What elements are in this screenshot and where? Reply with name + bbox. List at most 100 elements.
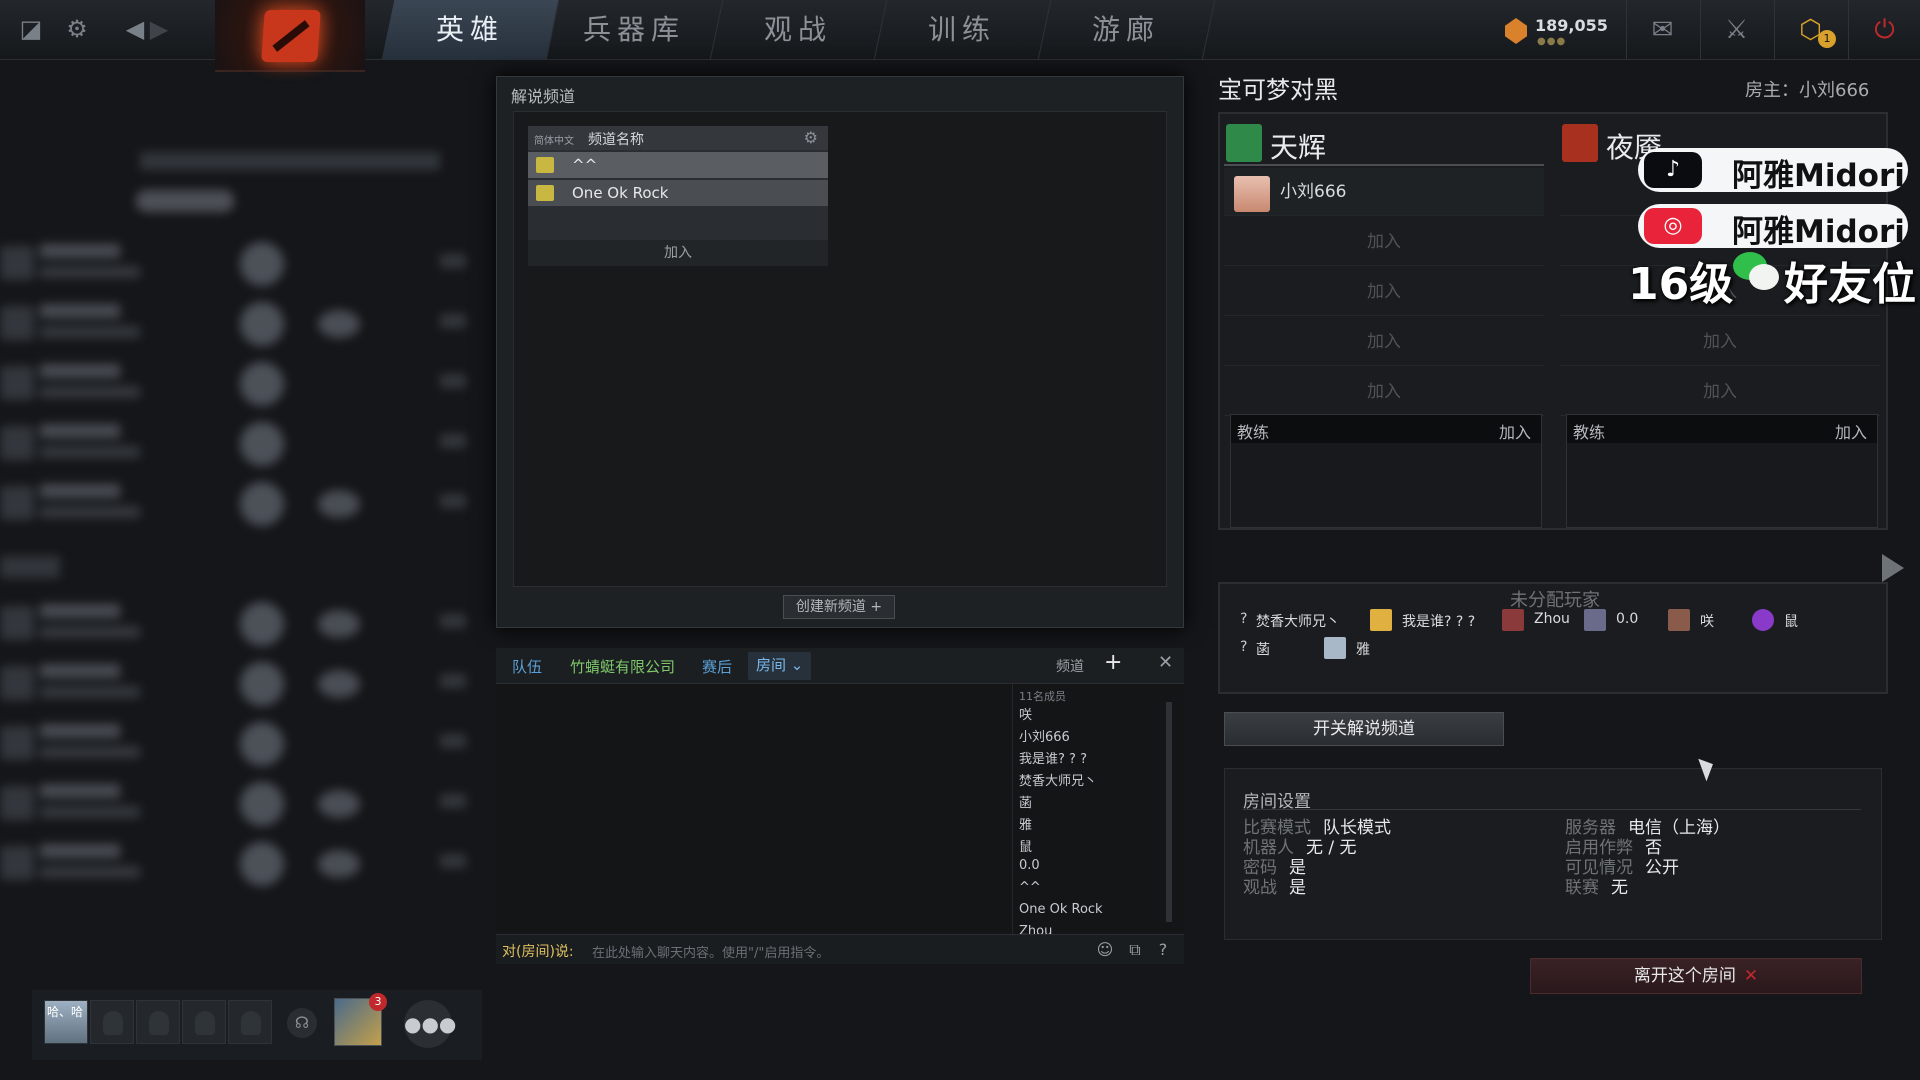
party-slot[interactable] bbox=[228, 1000, 272, 1044]
power-icon[interactable]: ⏻ bbox=[1848, 0, 1920, 60]
divider bbox=[1243, 809, 1861, 810]
chat-tab-lobby[interactable]: 房间 ⌄ bbox=[748, 652, 812, 680]
dire-emblem-icon bbox=[1562, 124, 1598, 162]
coach-join-button[interactable]: 加入 bbox=[1499, 419, 1531, 443]
emoji-icon[interactable]: ☺ bbox=[1094, 939, 1116, 961]
radiant-team: 天辉 小刘666 加入 加入 加入 加入 教练 加入 bbox=[1224, 120, 1544, 528]
language-label[interactable]: 简体中文 bbox=[534, 132, 574, 147]
chat-tabs: 队伍 竹蜻蜓有限公司 赛后 房间 ⌄ 频道 + ✕ bbox=[496, 648, 1184, 684]
join-slot-button[interactable]: 加入 bbox=[1224, 318, 1544, 366]
member-item[interactable]: One Ok Rock bbox=[1019, 902, 1103, 917]
avatar bbox=[1502, 609, 1524, 631]
join-slot-button[interactable]: 加入 bbox=[1224, 268, 1544, 316]
avatar bbox=[1668, 609, 1690, 631]
party-slot[interactable] bbox=[182, 1000, 226, 1044]
shards-balance[interactable]: 189,055 ●●● bbox=[1505, 14, 1625, 50]
member-item[interactable]: 鼠 bbox=[1019, 836, 1032, 855]
player-slot[interactable]: 小刘666 bbox=[1224, 168, 1544, 216]
blurred-pill bbox=[136, 190, 234, 212]
groups-icon[interactable]: ●●● bbox=[404, 1000, 456, 1048]
member-item[interactable]: 小刘666 bbox=[1019, 726, 1070, 745]
member-item[interactable]: Zhou bbox=[1019, 924, 1052, 934]
create-channel-button[interactable]: 创建新频道 + bbox=[783, 595, 895, 619]
tab-arcade[interactable]: 游廊 bbox=[1037, 0, 1216, 60]
setting-value: 无 bbox=[1611, 878, 1628, 898]
tab-armory[interactable]: 兵器库 bbox=[545, 0, 724, 60]
notification-badge: 1 bbox=[1818, 30, 1836, 48]
member-item[interactable]: 0.0 bbox=[1019, 858, 1040, 873]
setting-value: 无 / 无 bbox=[1306, 838, 1357, 858]
coach-join-button[interactable]: 加入 bbox=[1835, 419, 1867, 443]
party-slot[interactable] bbox=[136, 1000, 180, 1044]
toggle-broadcast-button[interactable]: 开关解说频道 bbox=[1224, 712, 1504, 746]
channels-button[interactable]: 频道 bbox=[1056, 656, 1084, 676]
player-name: Zhou bbox=[1534, 611, 1570, 627]
join-slot-button[interactable]: 加入 bbox=[1560, 318, 1880, 366]
member-item[interactable]: 菡 bbox=[1019, 792, 1032, 811]
divider bbox=[1224, 164, 1544, 166]
member-item[interactable]: 咲 bbox=[1019, 704, 1032, 723]
tab-heroes[interactable]: 英雄 bbox=[381, 0, 560, 60]
tab-label: 游廊 bbox=[1091, 13, 1160, 46]
image-icon[interactable]: ⧉ bbox=[1124, 939, 1146, 961]
leave-lobby-button[interactable]: 离开这个房间 ✕ bbox=[1530, 958, 1862, 994]
gear-icon[interactable]: ⚙ bbox=[804, 128, 818, 147]
my-avatar[interactable]: 哈、哈 bbox=[44, 1000, 88, 1044]
expand-arrow-icon[interactable] bbox=[1882, 554, 1904, 582]
avatar bbox=[1752, 609, 1774, 631]
chat-input-bar[interactable]: 对(房间)说: 在此处输入聊天内容。使用"/"启用指令。 ☺ ⧉ ? bbox=[496, 934, 1184, 964]
join-channel-button[interactable]: 加入 bbox=[528, 240, 828, 266]
join-slot-button[interactable]: 加入 bbox=[1224, 218, 1544, 266]
chat-tab-guild[interactable]: 竹蜻蜓有限公司 bbox=[570, 656, 675, 677]
coach-label: 教练 bbox=[1237, 423, 1270, 442]
blurred-row bbox=[0, 236, 470, 292]
member-scrollbar[interactable] bbox=[1166, 702, 1172, 922]
member-list: 11名成员 咲 小刘666 我是谁? ? ? 焚香大师兄丶 菡 雅 鼠 0.0 … bbox=[1012, 684, 1172, 934]
hero-badge: 3 bbox=[369, 993, 387, 1011]
forward-icon[interactable]: ▶ bbox=[144, 14, 174, 44]
blurred-row bbox=[0, 356, 470, 412]
weibo-icon: ◎ bbox=[1644, 208, 1702, 244]
armory-icon[interactable]: ⚔ bbox=[1700, 0, 1772, 60]
dota-icon[interactable]: ◪ bbox=[16, 14, 46, 44]
radiant-coach-box: 教练 加入 bbox=[1230, 414, 1542, 528]
chat-messages bbox=[496, 684, 1010, 934]
headset-icon[interactable]: ☊ bbox=[287, 1008, 317, 1038]
avatar-caption: 哈、哈 bbox=[47, 1005, 84, 1019]
join-slot-button[interactable]: 加入 bbox=[1560, 368, 1880, 416]
chat-tab-team[interactable]: 队伍 bbox=[512, 656, 542, 677]
chat-input[interactable]: 在此处输入聊天内容。使用"/"启用指令。 bbox=[592, 942, 829, 961]
blurred-row bbox=[0, 776, 470, 832]
blurred-row bbox=[0, 596, 470, 652]
channel-icon bbox=[536, 185, 554, 201]
member-item[interactable]: ^^ bbox=[1019, 880, 1041, 895]
member-item[interactable]: 我是谁? ? ? bbox=[1019, 748, 1087, 767]
avatar bbox=[1370, 609, 1392, 631]
plus-shard-icon[interactable]: ⬡ 1 bbox=[1774, 0, 1846, 60]
gear-icon[interactable]: ⚙ bbox=[62, 14, 92, 44]
channel-row[interactable]: ^^ bbox=[528, 152, 828, 178]
player-name: 0.0 bbox=[1616, 611, 1639, 627]
mail-icon[interactable]: ✉ bbox=[1626, 0, 1698, 60]
add-channel-icon[interactable]: + bbox=[1104, 650, 1122, 675]
setting-key: 观战 bbox=[1243, 878, 1277, 898]
tab-learn[interactable]: 训练 bbox=[873, 0, 1052, 60]
close-icon[interactable]: ✕ bbox=[1158, 652, 1173, 673]
help-icon[interactable]: ? bbox=[1152, 939, 1174, 961]
party-slot[interactable] bbox=[90, 1000, 134, 1044]
coach-header: 教练 加入 bbox=[1231, 415, 1541, 443]
member-item[interactable]: 焚香大师兄丶 bbox=[1019, 770, 1097, 789]
hero-showcase-button[interactable]: 3 bbox=[334, 993, 387, 1046]
chat-target-label: 对(房间)说: bbox=[502, 944, 574, 960]
member-item[interactable]: 雅 bbox=[1019, 814, 1032, 833]
channel-row[interactable]: One Ok Rock bbox=[528, 180, 828, 206]
party-bar: 哈、哈 ☊ 3 ●●● bbox=[32, 990, 482, 1060]
douyin-overlay: ♪ 阿雅Midori bbox=[1638, 148, 1908, 194]
join-slot-button[interactable]: 加入 bbox=[1224, 368, 1544, 416]
chat-tab-postgame[interactable]: 赛后 bbox=[702, 656, 732, 677]
radiant-header[interactable]: 天辉 bbox=[1224, 120, 1544, 168]
dialog-title: 解说频道 bbox=[511, 87, 576, 106]
blurred-match-list bbox=[0, 60, 480, 960]
setting-value: 公开 bbox=[1645, 858, 1679, 878]
tab-watch[interactable]: 观战 bbox=[709, 0, 888, 60]
